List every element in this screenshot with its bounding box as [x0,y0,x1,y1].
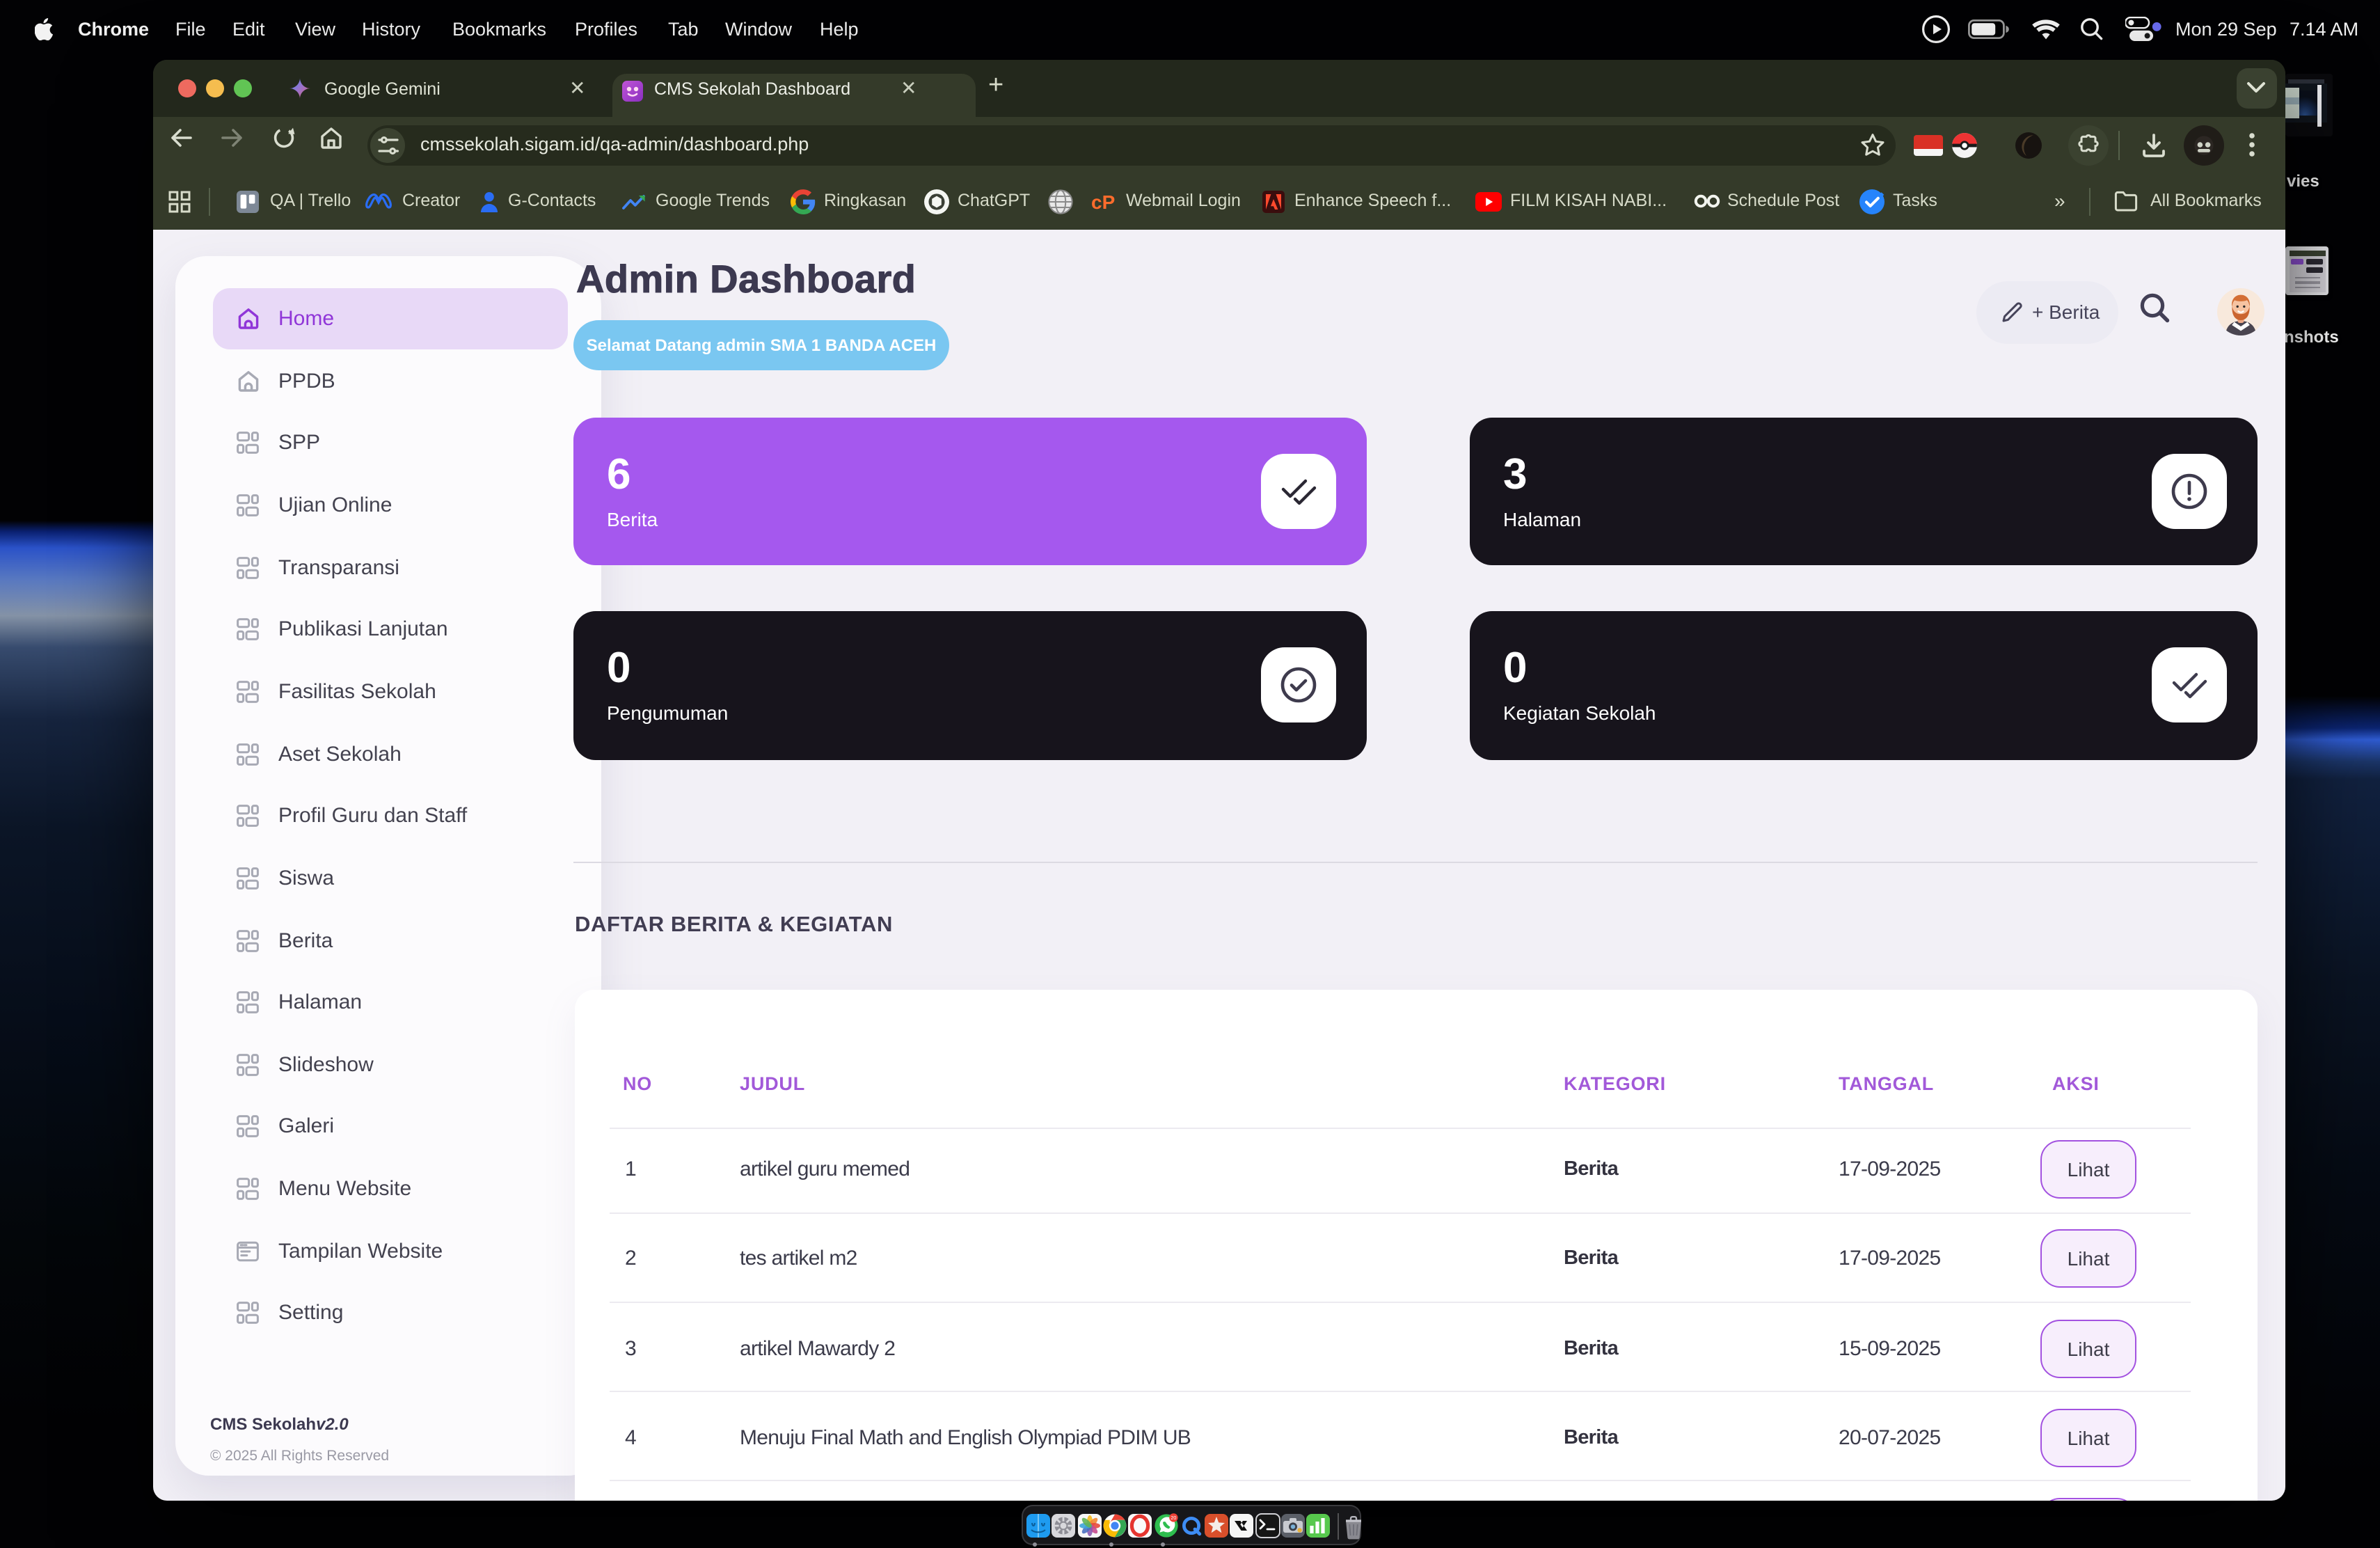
svg-text:20: 20 [1170,1515,1175,1521]
svg-text:cP: cP [1091,191,1115,213]
